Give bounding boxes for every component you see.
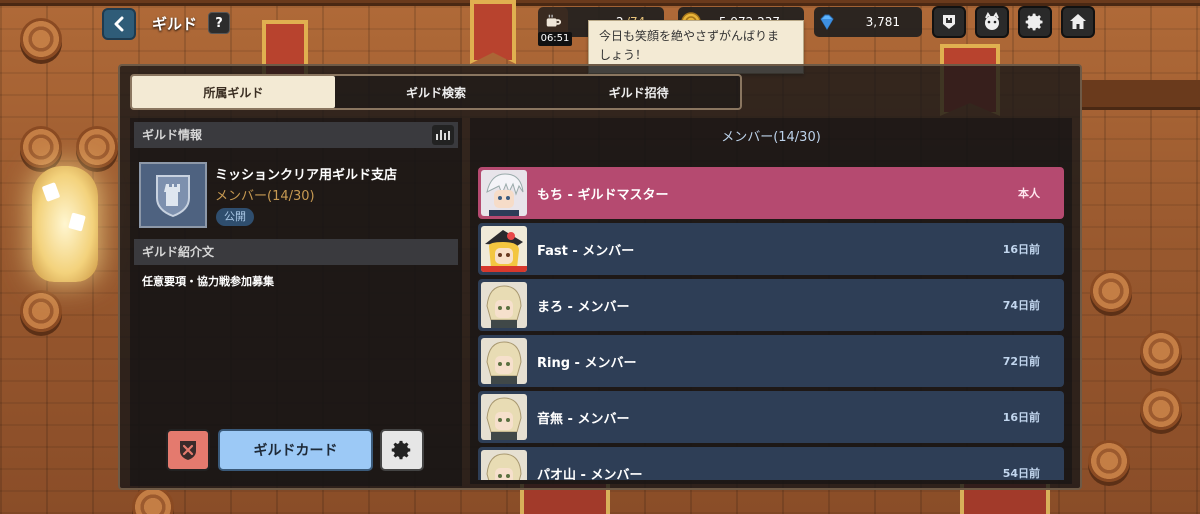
member-role: - メンバー <box>576 467 643 481</box>
tab-my-guild[interactable]: 所属ギルド <box>132 76 335 108</box>
guild-shield-icon <box>943 15 955 29</box>
guild-stats-button[interactable] <box>432 125 454 145</box>
member-name: 音無 <box>537 411 564 427</box>
home-button[interactable] <box>1061 6 1095 38</box>
member-list[interactable]: もち - ギルドマスター 本人 Fast - メンバー 16日前 まろ - メン… <box>478 167 1064 480</box>
member-role: - メンバー <box>563 299 630 315</box>
guild-tabs: 所属ギルド ギルド検索 ギルド招待 <box>130 74 742 110</box>
leave-guild-button[interactable] <box>166 429 210 471</box>
home-icon <box>1070 14 1086 29</box>
tab-guild-invite[interactable]: ギルド招待 <box>537 76 740 108</box>
member-row[interactable]: Ring - メンバー 72日前 <box>478 335 1064 387</box>
settings-button[interactable] <box>1018 6 1052 38</box>
stool <box>20 126 62 168</box>
member-avatar <box>481 226 527 272</box>
member-role: - メンバー <box>570 355 637 371</box>
ceiling-beam <box>0 0 1200 6</box>
member-avatar <box>481 282 527 328</box>
member-last-login: 72日前 <box>1002 355 1040 368</box>
visibility-badge: 公開 <box>216 208 254 226</box>
guild-card-button[interactable]: ギルドカード <box>218 429 373 471</box>
stool <box>1088 440 1130 482</box>
stool <box>76 126 118 168</box>
help-button[interactable]: ? <box>208 12 230 34</box>
member-last-login: 本人 <box>1018 187 1040 200</box>
stool <box>20 290 62 332</box>
gem-counter[interactable]: 3,781 <box>814 7 922 37</box>
stool <box>20 18 62 60</box>
stool <box>1090 270 1132 312</box>
mascot-face-icon <box>985 12 999 30</box>
blue-gem-icon <box>812 7 842 37</box>
member-last-login: 16日前 <box>1002 243 1040 256</box>
member-avatar <box>481 338 527 384</box>
member-name: パオ山 <box>537 467 577 481</box>
character-button[interactable] <box>975 6 1009 38</box>
member-row[interactable]: もち - ギルドマスター 本人 <box>478 167 1064 219</box>
castle-tower-icon <box>156 175 190 218</box>
gear-icon <box>391 440 411 460</box>
guild-name: ミッションクリア用ギルド支店 <box>215 168 398 183</box>
chevron-left-icon <box>114 16 124 32</box>
stamina-timer: 06:51 <box>538 32 572 46</box>
member-row[interactable]: Fast - メンバー 16日前 <box>478 223 1064 275</box>
guild-settings-button[interactable] <box>380 429 424 471</box>
member-role: - メンバー <box>567 243 635 259</box>
member-role: - メンバー <box>563 411 630 427</box>
member-avatar <box>481 394 527 440</box>
tab-guild-search[interactable]: ギルド検索 <box>335 76 538 108</box>
member-last-login: 74日前 <box>1002 299 1040 312</box>
member-avatar <box>481 450 527 480</box>
member-avatar <box>481 170 527 216</box>
member-name: まろ <box>537 299 564 315</box>
guild-emblem[interactable] <box>139 162 207 228</box>
speech-line-2: しょう！ <box>599 48 648 62</box>
member-last-login: 16日前 <box>1002 411 1040 424</box>
lantern <box>32 166 98 282</box>
guild-member-count: メンバー(14/30) <box>215 189 315 204</box>
guild-info-header: ギルド情報 <box>134 122 458 148</box>
page-title: ギルド <box>152 15 198 33</box>
guild-intro-text: 任意要項・協力戦参加募集 <box>142 275 274 288</box>
member-name: Fast <box>537 243 568 259</box>
stool <box>1140 388 1182 430</box>
member-row[interactable]: 音無 - メンバー 16日前 <box>478 391 1064 443</box>
member-row[interactable]: パオ山 - メンバー 54日前 <box>478 447 1064 480</box>
member-name: もち <box>537 187 564 203</box>
member-role: - ギルドマスター <box>563 187 669 203</box>
member-list-header: メンバー(14/30) <box>721 130 821 145</box>
wall-beam <box>1082 80 1200 110</box>
gear-icon <box>1025 13 1043 31</box>
speech-line-1: 今日も笑顔を絶やさずがんばりま <box>599 29 780 43</box>
stool <box>1140 330 1182 372</box>
member-last-login: 54日前 <box>1002 467 1040 480</box>
back-button[interactable] <box>102 8 136 40</box>
guild-banner-button[interactable] <box>932 6 966 38</box>
guild-intro-header: ギルド紹介文 <box>134 239 458 265</box>
shield-x-icon <box>180 441 196 460</box>
gem-amount: 3,781 <box>865 15 900 29</box>
member-name: Ring <box>537 355 571 371</box>
member-row[interactable]: まろ - メンバー 74日前 <box>478 279 1064 331</box>
